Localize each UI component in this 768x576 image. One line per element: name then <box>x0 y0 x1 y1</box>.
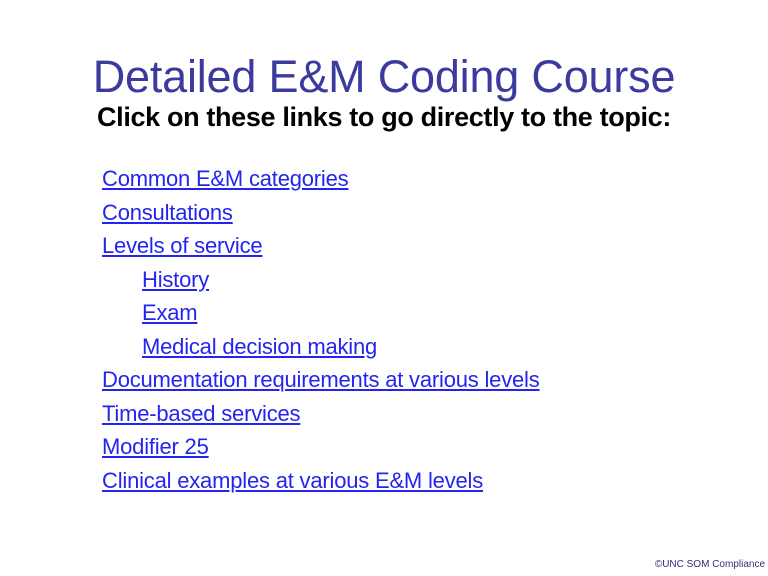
slide-canvas: Detailed E&M Coding Course Click on thes… <box>0 0 768 576</box>
topic-link[interactable]: Consultations <box>102 200 233 225</box>
slide-subtitle: Click on these links to go directly to t… <box>97 102 671 132</box>
list-item: Documentation requirements at various le… <box>102 366 722 400</box>
topic-link[interactable]: Documentation requirements at various le… <box>102 367 540 392</box>
topic-link[interactable]: Clinical examples at various E&M levels <box>102 468 483 493</box>
list-item: History <box>102 266 722 300</box>
topic-link[interactable]: Levels of service <box>102 233 263 258</box>
list-item: Modifier 25 <box>102 433 722 467</box>
list-item: Medical decision making <box>102 333 722 367</box>
list-item: Consultations <box>102 199 722 233</box>
topic-link-list: Common E&M categories Consultations Levels… <box>102 165 722 500</box>
list-item: Time-based services <box>102 400 722 434</box>
topic-link[interactable]: Modifier 25 <box>102 434 209 459</box>
topic-link[interactable]: History <box>142 267 209 292</box>
page-title: Detailed E&M Coding Course <box>92 51 676 103</box>
list-item: Clinical examples at various E&M levels <box>102 467 722 501</box>
topic-link[interactable]: Common E&M categories <box>102 166 349 191</box>
footer-credit: ©UNC SOM Compliance <box>654 559 765 570</box>
list-item: Common E&M categories <box>102 165 722 199</box>
topic-link[interactable]: Medical decision making <box>142 334 377 359</box>
list-item: Levels of service <box>102 232 722 266</box>
list-item: Exam <box>102 299 722 333</box>
topic-link[interactable]: Exam <box>142 300 198 325</box>
topic-link[interactable]: Time-based services <box>102 401 301 426</box>
